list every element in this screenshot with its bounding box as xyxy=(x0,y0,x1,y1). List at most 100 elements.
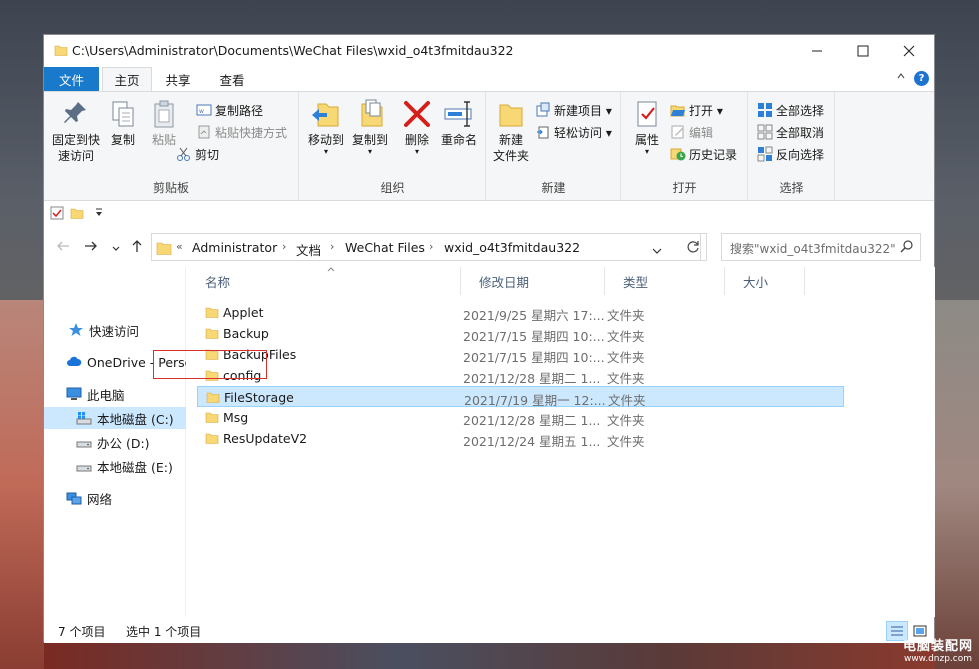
open-button[interactable]: 打开 ▾ xyxy=(670,100,723,120)
new-folder-small-icon[interactable] xyxy=(70,206,84,223)
copy-to-label: 复制到 xyxy=(351,133,388,147)
move-to-button[interactable]: 移动到 ▾ xyxy=(304,98,348,156)
search-input[interactable]: 搜索"wxid_o4t3fmitdau322" xyxy=(721,233,921,261)
copy-to-dropdown-icon: ▾ xyxy=(367,147,372,156)
folder-icon xyxy=(205,431,219,448)
maximize-button[interactable] xyxy=(840,35,886,67)
new-item-button[interactable]: 新建项目 ▾ xyxy=(535,100,612,120)
nav-network[interactable]: 网络 xyxy=(44,487,186,509)
invert-selection-button[interactable]: 反向选择 xyxy=(757,144,824,164)
file-name: Backup xyxy=(223,326,269,341)
file-type: 文件夹 xyxy=(607,350,645,365)
address-dropdown-icon[interactable] xyxy=(652,244,662,258)
collapse-ribbon-icon[interactable] xyxy=(896,71,906,84)
edit-button[interactable]: 编辑 xyxy=(670,122,713,142)
file-row[interactable]: ResUpdateV2 2021/12/24 星期五 1... 文件夹 xyxy=(197,428,844,449)
column-header-size[interactable]: 大小 xyxy=(725,267,805,295)
folder-icon xyxy=(205,326,219,343)
cut-label: 剪切 xyxy=(195,147,220,162)
file-date: 2021/7/15 星期四 10:... xyxy=(463,350,605,365)
breadcrumb-administrator[interactable]: Administrator xyxy=(192,240,277,255)
up-arrow-icon[interactable] xyxy=(130,239,144,257)
select-none-button[interactable]: 全部取消 xyxy=(757,122,824,142)
details-view-button[interactable] xyxy=(886,621,908,641)
watermark-title: 电脑装配网 xyxy=(902,639,973,654)
navigation-pane: 快速访问 OneDrive - Perso 此电脑 本地磁盘 (C:) 办公 (… xyxy=(44,267,186,617)
tab-view[interactable]: 查看 xyxy=(210,67,254,91)
large-icons-view-button[interactable] xyxy=(909,621,931,641)
select-group: 全部选择 全部取消 反向选择 选择 xyxy=(749,92,835,200)
chevron-right-icon[interactable]: › xyxy=(282,240,286,253)
history-button[interactable]: 历史记录 xyxy=(670,144,737,164)
help-icon[interactable]: ? xyxy=(914,71,929,86)
paste-shortcut-button[interactable]: 粘贴快捷方式 xyxy=(196,122,287,142)
overflow-chevron-icon[interactable]: « xyxy=(176,240,183,253)
nav-drive-e[interactable]: 本地磁盘 (E:) xyxy=(44,455,186,477)
column-header-type[interactable]: 类型 xyxy=(605,267,725,295)
minimize-icon xyxy=(812,50,822,52)
nav-drive-d[interactable]: 办公 (D:) xyxy=(44,431,186,453)
copy-to-button[interactable]: 复制到 ▾ xyxy=(348,98,392,156)
folder-icon xyxy=(205,410,219,427)
select-all-button[interactable]: 全部选择 xyxy=(757,100,824,120)
rename-button[interactable]: 重命名 xyxy=(436,98,482,148)
tab-share[interactable]: 共享 xyxy=(156,67,200,91)
breadcrumb-wechat-files[interactable]: WeChat Files xyxy=(345,240,425,255)
folder-icon xyxy=(205,305,219,322)
properties-small-icon[interactable] xyxy=(50,206,64,223)
tab-file[interactable]: 文件 xyxy=(44,67,99,91)
column-name-label: 名称 xyxy=(205,274,231,290)
tab-home[interactable]: 主页 xyxy=(102,67,152,91)
minimize-button[interactable] xyxy=(794,35,840,67)
nav-this-pc[interactable]: 此电脑 xyxy=(44,383,186,405)
folder-icon xyxy=(206,390,220,407)
breadcrumb-documents[interactable]: 文档 xyxy=(296,240,321,259)
pin-quick-access-button[interactable]: 固定到快 速访问 xyxy=(48,98,104,164)
address-row: « Administrator › 文档 › WeChat Files › wx… xyxy=(44,231,934,265)
column-header-name[interactable]: 名称 xyxy=(187,267,461,295)
chevron-right-icon[interactable]: › xyxy=(330,240,334,253)
address-bar[interactable]: « Administrator › 文档 › WeChat Files › wx… xyxy=(151,233,701,261)
file-name: ResUpdateV2 xyxy=(223,431,308,446)
rename-label: 重命名 xyxy=(440,133,477,147)
customize-toolbar-icon[interactable] xyxy=(94,205,104,222)
new-folder-button[interactable]: 新建 文件夹 xyxy=(489,98,533,164)
copy-path-button[interactable]: w 复制路径 xyxy=(196,100,263,120)
pin-label-2: 速访问 xyxy=(57,149,94,163)
paste-shortcut-label: 粘贴快捷方式 xyxy=(215,125,288,140)
nav-quick-access[interactable]: 快速访问 xyxy=(44,319,186,341)
forward-arrow-icon[interactable] xyxy=(84,239,98,257)
sort-ascending-icon xyxy=(327,265,335,275)
properties-button[interactable]: 属性 ▾ xyxy=(628,98,666,156)
select-all-icon xyxy=(758,103,772,117)
file-date: 2021/12/28 星期二 1... xyxy=(463,371,601,386)
file-row-selected[interactable]: FileStorage 2021/7/19 星期一 12:... 文件夹 xyxy=(197,386,844,408)
nav-quick-access-label: 快速访问 xyxy=(89,323,140,339)
file-row[interactable]: BackupFiles 2021/7/15 星期四 10:... 文件夹 xyxy=(197,344,844,365)
file-row[interactable]: config 2021/12/28 星期二 1... 文件夹 xyxy=(197,365,844,386)
new-item-icon xyxy=(536,102,550,117)
refresh-button[interactable] xyxy=(680,233,707,261)
ribbon: 固定到快 速访问 复制 粘贴 w 复制路径 粘贴快捷方式 剪切 剪贴板 移动到 … xyxy=(44,91,934,201)
chevron-right-icon[interactable]: › xyxy=(429,240,433,253)
paste-button[interactable]: 粘贴 xyxy=(144,98,184,148)
cut-button[interactable]: 剪切 xyxy=(176,144,219,164)
copy-button[interactable]: 复制 xyxy=(104,98,142,148)
file-row[interactable]: Msg 2021/12/28 星期二 1... 文件夹 xyxy=(197,407,844,428)
file-row[interactable]: Applet 2021/9/25 星期六 17:... 文件夹 xyxy=(197,302,844,323)
easy-access-button[interactable]: 轻松访问 ▾ xyxy=(535,122,612,142)
back-arrow-icon[interactable] xyxy=(56,239,70,257)
file-type: 文件夹 xyxy=(607,329,645,344)
cloud-icon xyxy=(67,356,82,366)
nav-drive-c[interactable]: 本地磁盘 (C:) xyxy=(44,407,186,429)
paste-shortcut-icon xyxy=(198,125,210,139)
delete-button[interactable]: 删除 ▾ xyxy=(398,98,436,156)
close-button[interactable] xyxy=(886,35,932,67)
column-header-date[interactable]: 修改日期 xyxy=(461,267,605,295)
recent-locations-icon[interactable] xyxy=(112,241,120,257)
file-date: 2021/12/28 星期二 1... xyxy=(463,413,601,428)
organize-group: 移动到 ▾ 复制到 ▾ 删除 ▾ 重命名 组织 xyxy=(300,92,486,200)
file-row[interactable]: Backup 2021/7/15 星期四 10:... 文件夹 xyxy=(197,323,844,344)
breadcrumb-wxid[interactable]: wxid_o4t3fmitdau322 xyxy=(444,240,580,255)
background-bottom xyxy=(44,642,935,669)
